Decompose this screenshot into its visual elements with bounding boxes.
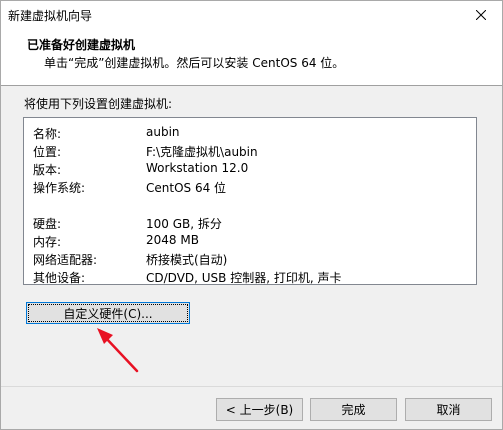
summary-value: CD/DVD, USB 控制器, 打印机, 声卡 [146, 271, 342, 285]
summary-value: 2048 MB [146, 233, 199, 247]
finish-button[interactable]: 完成 [310, 398, 397, 421]
page-subtitle: 单击“完成”创建虚拟机。然后可以安装 CentOS 64 位。 [44, 56, 345, 70]
summary-key: 位置: [33, 145, 62, 159]
summary-value: 100 GB, 拆分 [146, 217, 222, 231]
page-title: 已准备好创建虚拟机 [27, 38, 136, 52]
summary-value: CentOS 64 位 [146, 181, 227, 195]
footer-separator [1, 386, 502, 387]
summary-key: 网络适配器: [33, 253, 98, 267]
settings-summary: 名称: aubin 位置: F:\克隆虚拟机\aubin 版本: Worksta… [23, 117, 477, 285]
wizard-header: 已准备好创建虚拟机 单击“完成”创建虚拟机。然后可以安装 CentOS 64 位… [1, 29, 502, 86]
summary-value: F:\克隆虚拟机\aubin [146, 145, 258, 159]
window-title: 新建虚拟机向导 [8, 9, 93, 23]
summary-key: 其他设备: [33, 271, 86, 285]
summary-key: 操作系统: [33, 181, 86, 195]
wizard-window: 新建虚拟机向导 已准备好创建虚拟机 单击“完成”创建虚拟机。然后可以安装 Cen… [0, 0, 503, 430]
finish-button-label: 完成 [341, 403, 366, 417]
summary-key: 内存: [33, 235, 62, 249]
wizard-body: 将使用下列设置创建虚拟机: 名称: aubin 位置: F:\克隆虚拟机\aub… [1, 86, 502, 386]
summary-key: 硬盘: [33, 217, 62, 231]
summary-value: Workstation 12.0 [146, 161, 249, 175]
customize-hardware-button[interactable]: 自定义硬件(C)... [26, 302, 190, 324]
summary-key: 名称: [33, 127, 62, 141]
cancel-button[interactable]: 取消 [405, 398, 492, 421]
cancel-button-label: 取消 [436, 403, 461, 417]
summary-key: 版本: [33, 163, 62, 177]
summary-intro: 将使用下列设置创建虚拟机: [24, 97, 173, 111]
focus-rect [28, 304, 188, 322]
title-bar: 新建虚拟机向导 [1, 1, 502, 29]
summary-value: 桥接模式(自动) [146, 253, 228, 267]
close-icon [476, 10, 486, 20]
back-button-label: < 上一步(B) [225, 403, 294, 417]
back-button[interactable]: < 上一步(B) [216, 398, 303, 421]
summary-value: aubin [146, 125, 180, 139]
close-button[interactable] [460, 1, 502, 29]
